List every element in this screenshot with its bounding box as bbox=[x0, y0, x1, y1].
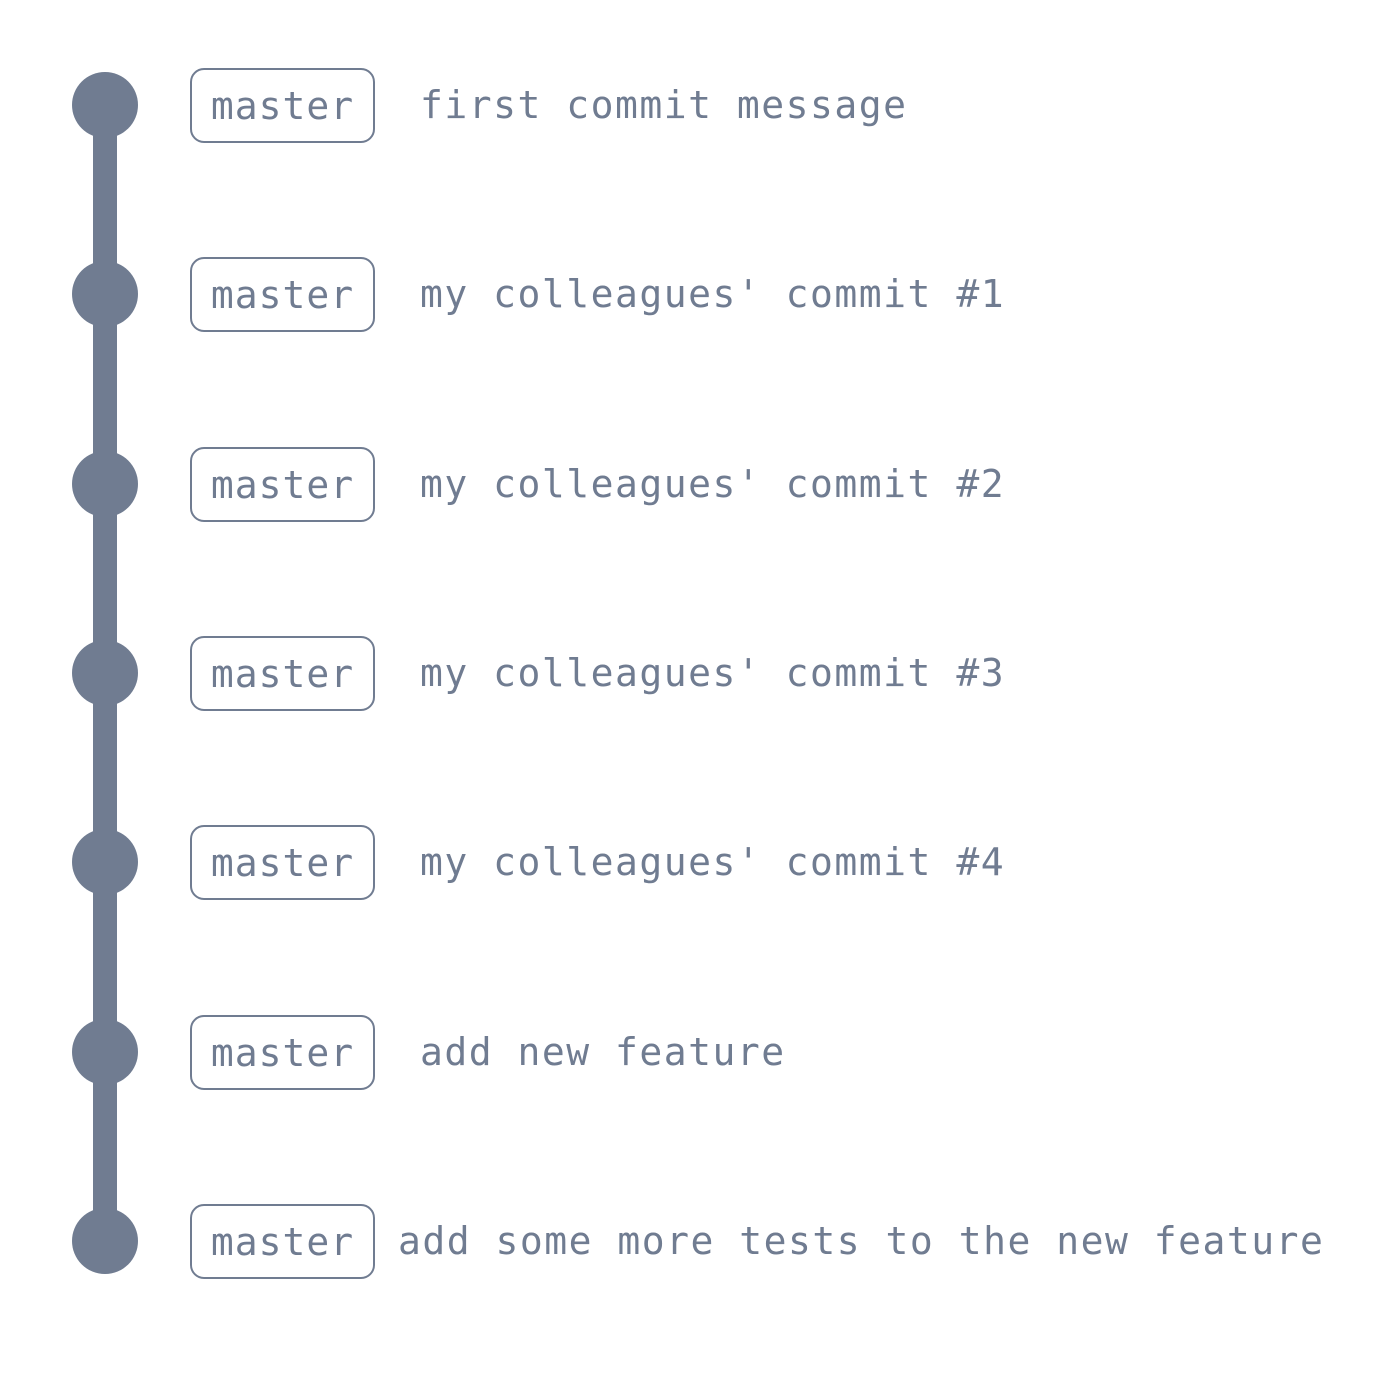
commit-message: my colleagues' commit #2 bbox=[420, 462, 1006, 506]
branch-label: master bbox=[190, 825, 375, 900]
commit-message: my colleagues' commit #4 bbox=[420, 840, 1006, 884]
commit-node bbox=[72, 1208, 138, 1274]
commit-row: master my colleagues' commit #1 bbox=[0, 256, 1400, 332]
commit-node bbox=[72, 1019, 138, 1085]
commit-message: add new feature bbox=[420, 1030, 786, 1074]
branch-label: master bbox=[190, 257, 375, 332]
branch-label: master bbox=[190, 1015, 375, 1090]
commit-message: my colleagues' commit #3 bbox=[420, 651, 1006, 695]
commit-graph: master first commit message master my co… bbox=[0, 0, 1400, 1399]
commit-node bbox=[72, 72, 138, 138]
commit-node bbox=[72, 829, 138, 895]
commit-message: my colleagues' commit #1 bbox=[420, 272, 1006, 316]
branch-label: master bbox=[190, 447, 375, 522]
commit-row: master add new feature bbox=[0, 1014, 1400, 1090]
commit-row: master first commit message bbox=[0, 67, 1400, 143]
commit-node bbox=[72, 451, 138, 517]
commit-row: master my colleagues' commit #4 bbox=[0, 824, 1400, 900]
commit-row: master my colleagues' commit #3 bbox=[0, 635, 1400, 711]
branch-label: master bbox=[190, 68, 375, 143]
commit-node bbox=[72, 261, 138, 327]
commit-message: add some more tests to the new feature bbox=[398, 1219, 1325, 1263]
commit-row: master add some more tests to the new fe… bbox=[0, 1203, 1400, 1279]
branch-label: master bbox=[190, 1204, 375, 1279]
commit-row: master my colleagues' commit #2 bbox=[0, 446, 1400, 522]
commit-node bbox=[72, 640, 138, 706]
commit-message: first commit message bbox=[420, 83, 908, 127]
branch-label: master bbox=[190, 636, 375, 711]
